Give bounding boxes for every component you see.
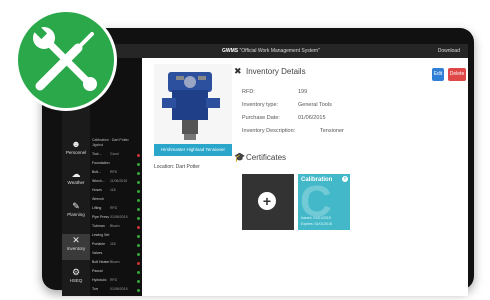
list-item-name: Foundation [92,161,110,165]
download-link[interactable]: Download [438,48,460,54]
status-dot [137,289,140,292]
list-item[interactable]: Lewing Set [92,233,140,241]
list-item-status: Blown [110,260,120,264]
list-item-status: Good [110,152,119,156]
status-dot [137,235,140,238]
sidebar-item-personnel[interactable]: ☻ Personnel [62,138,90,164]
list-item[interactable]: Pipe Press 01/06/2015 [92,215,140,223]
delete-button[interactable]: Delete [448,68,466,81]
inventory-details-title: Inventory Details [246,67,306,76]
tool-image [154,64,232,144]
list-item[interactable]: Torr 01/06/2015 [92,287,140,295]
planning-icon: ✎ [72,201,80,211]
status-dot [137,208,140,211]
list-item[interactable]: Valves [92,251,140,259]
status-dot [137,262,140,265]
status-dot [137,271,140,274]
list-item-name: Pascal [92,269,103,273]
status-dot [137,190,140,193]
list-item[interactable]: Pascal [92,269,140,277]
list-item[interactable]: Hoses 118 [92,188,140,196]
app-title: GWMS "Official Work Management System" [222,48,320,54]
certificate-expires: Expires: 01/01/2016 [301,222,333,226]
status-dot [137,217,140,220]
list-item-name: Lifting [92,206,102,210]
top-bar: GWMS "Official Work Management System" D… [62,44,468,58]
list-item-name: Bolt... [92,170,101,174]
graduation-cap-icon: 🎓 [234,152,246,162]
list-item[interactable]: Bolt Heater Blown [92,260,140,268]
list-item[interactable]: Hydraulic RFD [92,278,140,286]
list-item-status: RFD [110,206,118,210]
list-item[interactable]: Foundation [92,161,140,169]
plus-icon: + [258,192,276,210]
list-item-status: 01/06/2015 [110,287,128,291]
sidebar-item-planning[interactable]: ✎ Planning [62,200,90,226]
tools-badge [18,12,114,108]
tensioner-image [162,72,220,140]
list-item-name: Tool ... [92,152,103,156]
add-certificate-button[interactable]: + [242,174,294,230]
list-item-status: 11/06/2015 [110,179,128,183]
list-item[interactable]: Portable 118 [92,242,140,250]
close-icon[interactable]: × [342,176,348,182]
certificate-issued: Issued: 01/01/2015 [301,216,331,220]
edit-button[interactable]: Edit [432,68,444,81]
list-item-status: RFD [110,170,118,174]
list-item-name: Valves [92,251,103,255]
weather-icon: ☁ [71,169,81,179]
list-item-name: Lewing Set [92,233,110,237]
app-screen: GWMS "Official Work Management System" D… [62,44,468,296]
list-item-status: 118 [110,242,116,246]
sidebar-item-weather[interactable]: ☁ Weather [62,168,90,194]
list-item[interactable]: Tool ... Good [92,152,140,160]
tools-icon: ✖ [234,66,242,76]
list-item-name: Hydraulic [92,278,107,282]
list-item-status: 01/06/2015 [110,215,128,219]
gear-icon: ⚙ [71,267,81,277]
certificate-name: Calibration [301,177,333,183]
list-item[interactable]: Winch... 11/06/2015 [92,179,140,187]
list-item-name: Hoses [92,188,102,192]
status-dot [137,172,140,175]
status-dot [137,244,140,247]
list-item-name: Winch... [92,179,105,183]
sidebar-item-hseq[interactable]: ⚙ HSEQ [62,266,90,292]
status-dot [137,253,140,256]
people-icon: ☻ [71,139,81,149]
status-dot [137,181,140,184]
tool-location: Location: Dart Potter [154,164,200,170]
status-dot [137,199,140,202]
tools-icon: ✕ [72,235,80,245]
list-item-name: Torr [92,287,99,291]
wrench-screwdriver-icon [32,24,97,91]
list-item-status: RFD [110,278,118,282]
list-item[interactable]: Bolt... RFD [92,170,140,178]
list-item[interactable]: Tubman Blown [92,224,140,232]
list-item-name: Tubman [92,224,105,228]
certificate-card[interactable]: C Calibration × Issued: 01/01/2015 Expir… [298,174,350,230]
status-dot [137,163,140,166]
sidebar-item-inventory[interactable]: ✕ Inventory [62,234,90,260]
list-item[interactable]: Lifting RFD [92,206,140,214]
list-header: Calibration · Dart Potter Jigshot [92,138,129,147]
list-item-name: Pipe Press [92,215,109,219]
status-dot [137,280,140,283]
tool-caption: Hirshmaster Highload Tensioner [154,144,232,156]
list-item-status: Blown [110,224,120,228]
list-item-name: Wrench [92,197,104,201]
list-item-name: Portable [92,242,106,246]
list-item-status: 118 [110,188,116,192]
list-item-name: Bolt Heater [92,260,110,264]
certificates-title: Certificates [246,153,287,162]
list-item[interactable]: Wrench [92,197,140,205]
status-dot [137,154,140,157]
status-dot [137,226,140,229]
